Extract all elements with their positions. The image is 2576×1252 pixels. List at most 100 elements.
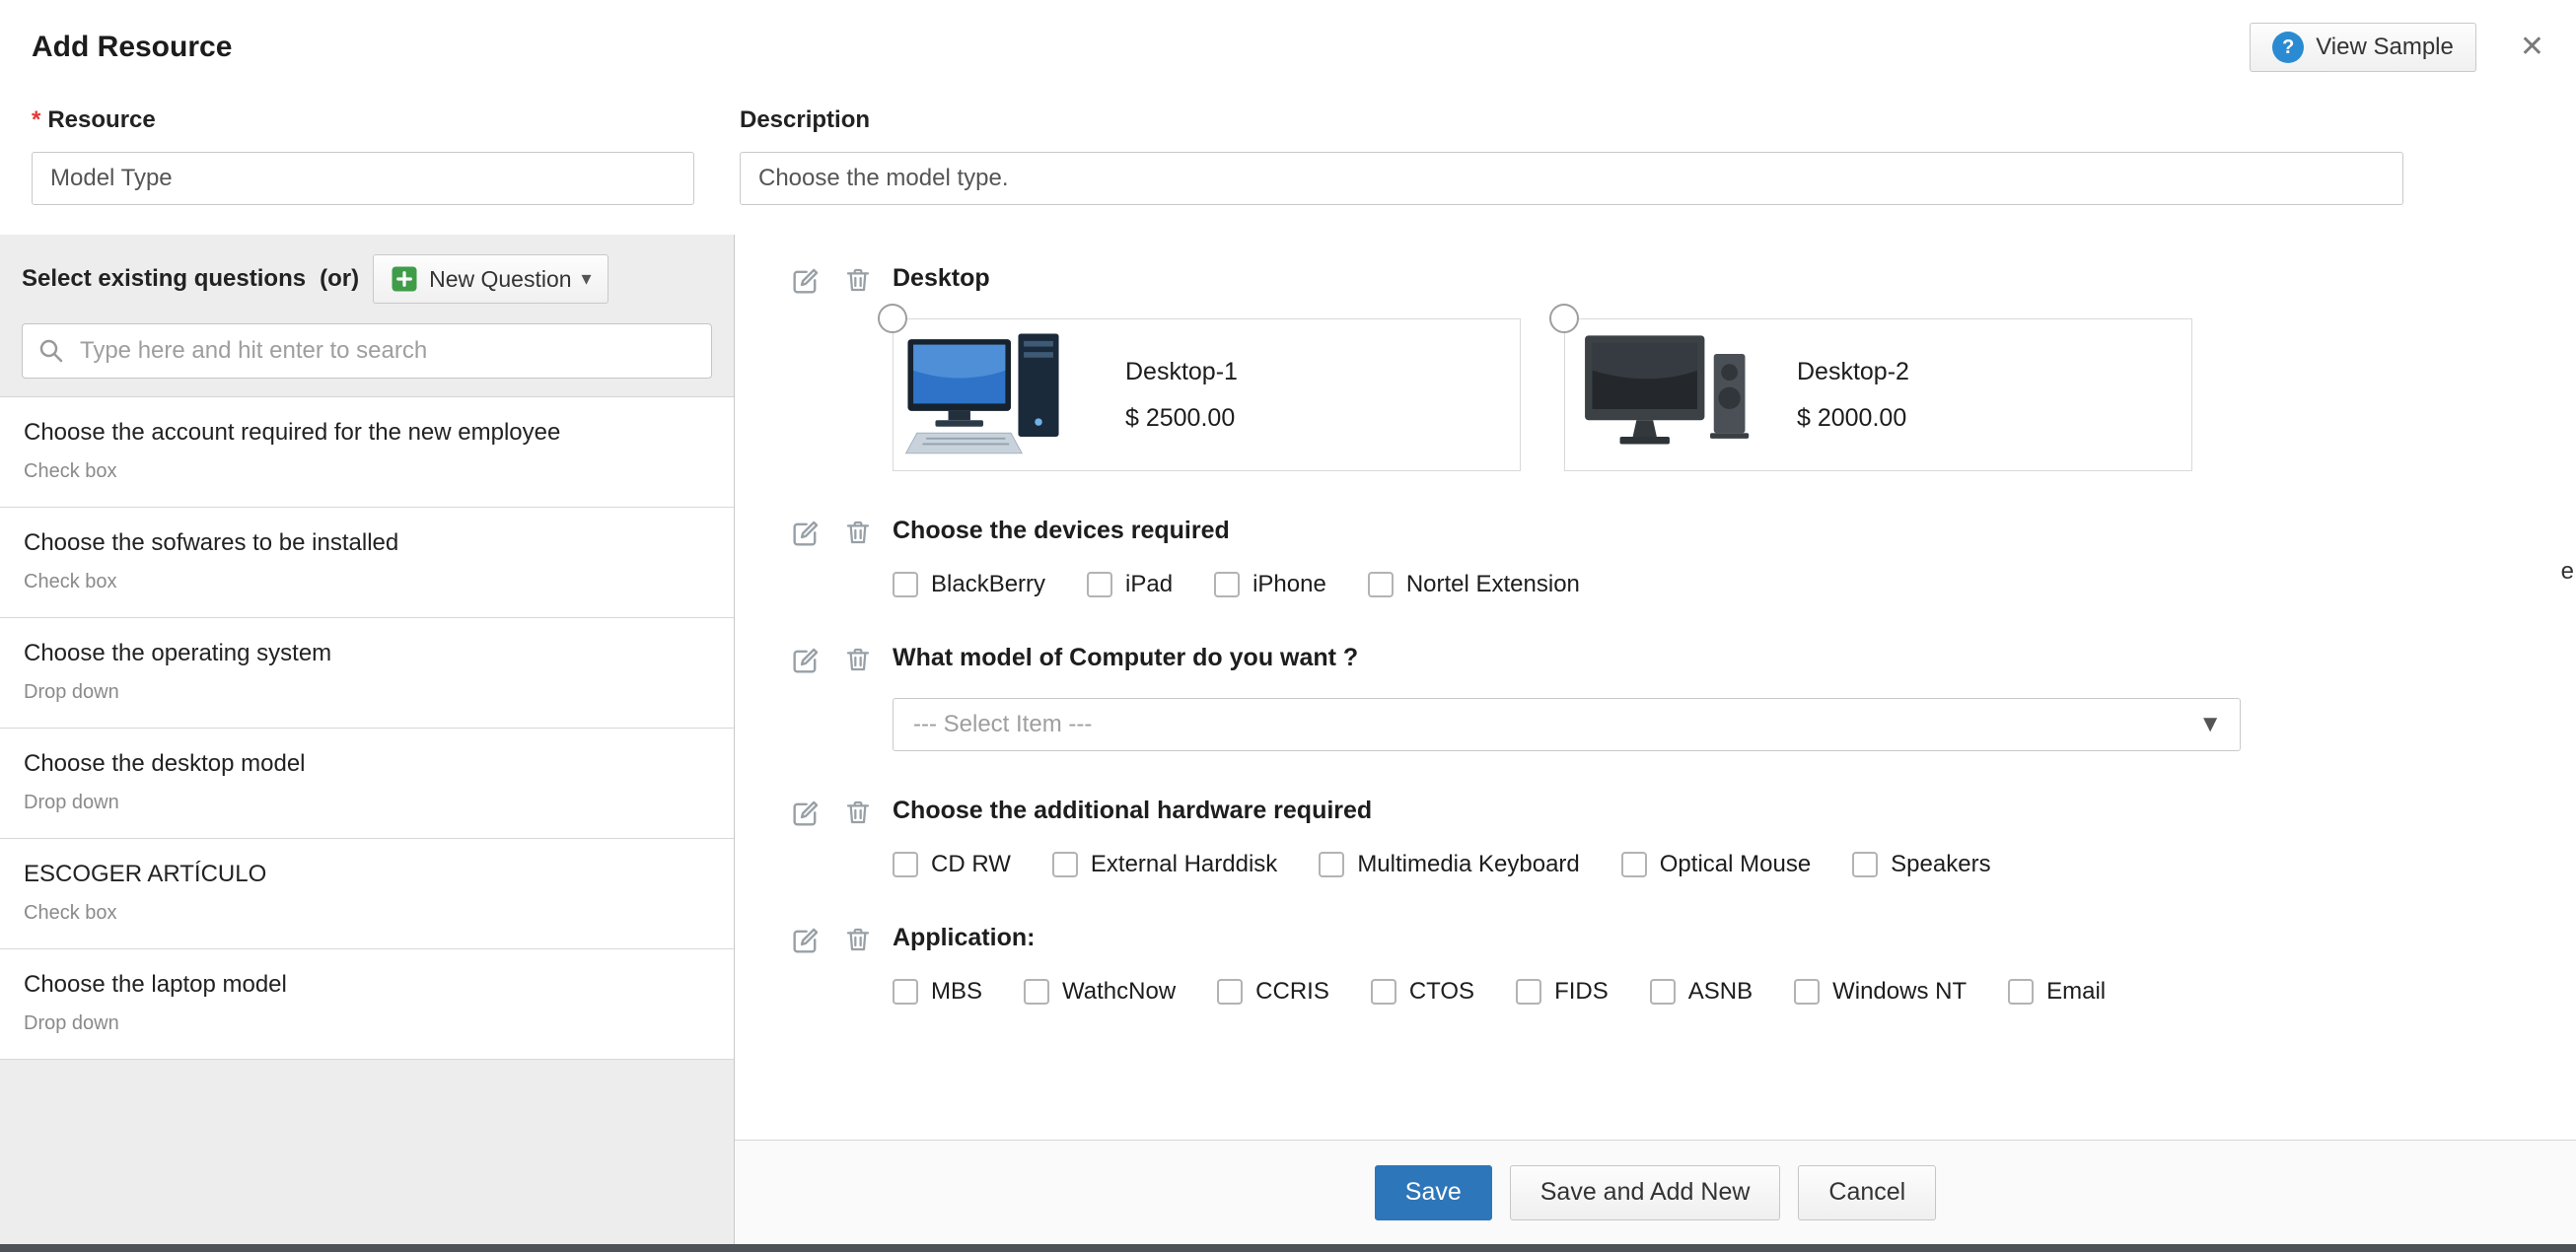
question-item-title: ESCOGER ARTÍCULO [24,861,710,888]
sidebar-header: Select existing questions (or) New Quest… [0,235,734,319]
checkbox-option[interactable]: BlackBerry [893,571,1045,598]
plus-icon [390,264,419,294]
checkbox-option[interactable]: Optical Mouse [1621,851,1811,878]
radio-button[interactable] [878,304,907,333]
question-devices: Choose the devices required BlackBerry i… [735,517,2576,598]
question-label: Application: [893,924,2241,952]
checkbox[interactable] [1087,572,1112,597]
save-and-add-new-button[interactable]: Save and Add New [1510,1165,1781,1220]
checkbox[interactable] [1852,852,1878,877]
existing-question-list: Choose the account required for the new … [0,396,734,1060]
delete-icon[interactable] [842,517,874,548]
description-input[interactable] [740,152,2403,205]
question-item-title: Choose the desktop model [24,750,710,778]
checkbox-option[interactable]: CD RW [893,851,1011,878]
checkbox[interactable] [1052,852,1078,877]
checkbox[interactable] [1217,979,1243,1005]
checkbox[interactable] [1650,979,1676,1005]
list-item[interactable]: Choose the sofwares to be installed Chec… [0,508,734,618]
checkbox-option[interactable]: MBS [893,978,982,1006]
list-item[interactable]: Choose the operating system Drop down [0,618,734,729]
list-item[interactable]: Choose the desktop model Drop down [0,729,734,839]
question-item-title: Choose the operating system [24,640,710,667]
edit-icon[interactable] [789,264,823,298]
bottom-edge [0,1244,2576,1252]
option-name: Desktop-2 [1797,358,1909,386]
radio-card-desktop-2[interactable]: Desktop-2 $ 2000.00 [1564,318,2192,471]
checkbox[interactable] [1371,979,1396,1005]
question-item-title: Choose the account required for the new … [24,419,710,447]
radio-button[interactable] [1549,304,1579,333]
checkbox[interactable] [1319,852,1344,877]
question-label: Desktop [893,264,2241,293]
checkbox-option[interactable]: CTOS [1371,978,1474,1006]
checkbox-option[interactable]: iPhone [1214,571,1326,598]
close-icon[interactable]: ✕ [2520,33,2544,62]
page-title: Add Resource [32,31,232,64]
checkbox-option[interactable]: Nortel Extension [1368,571,1580,598]
checkbox-option[interactable]: iPad [1087,571,1173,598]
question-desktop: Desktop [735,264,2576,471]
desktop-1-image [895,326,1098,464]
desktop-2-image [1567,326,1769,464]
list-item[interactable]: Choose the account required for the new … [0,397,734,508]
checkbox-option[interactable]: Multimedia Keyboard [1319,851,1579,878]
help-icon: ? [2272,32,2304,63]
checkbox[interactable] [1214,572,1240,597]
view-sample-label: View Sample [2316,34,2454,61]
radio-card-desktop-1[interactable]: Desktop-1 $ 2500.00 [893,318,1521,471]
search-icon [36,336,66,371]
checkbox-option[interactable]: WathcNow [1024,978,1176,1006]
select-placeholder: --- Select Item --- [913,711,1092,738]
checkbox-option[interactable]: Speakers [1852,851,1990,878]
question-item-title: Choose the sofwares to be installed [24,529,710,557]
question-computer-model: What model of Computer do you want ? ---… [735,644,2576,751]
cancel-button[interactable]: Cancel [1798,1165,1936,1220]
question-label: Choose the additional hardware required [893,797,2241,825]
list-item[interactable]: ESCOGER ARTÍCULO Check box [0,839,734,949]
checkbox[interactable] [2008,979,2034,1005]
resource-form-row: *Resource Description [0,95,2576,235]
item-select[interactable]: --- Select Item --- ▼ [893,698,2241,751]
question-label: Choose the devices required [893,517,2241,545]
view-sample-button[interactable]: ? View Sample [2250,23,2476,72]
or-label: (or) [320,265,359,293]
edit-icon[interactable] [789,644,823,677]
required-marker: * [32,106,40,133]
checkbox-option[interactable]: ASNB [1650,978,1753,1006]
question-item-type: Drop down [24,792,710,814]
question-canvas: Desktop [735,235,2576,1244]
list-item[interactable]: Choose the laptop model Drop down [0,949,734,1060]
checkbox-option[interactable]: External Harddisk [1052,851,1277,878]
edit-icon[interactable] [789,797,823,830]
dialog-footer: Save Save and Add New Cancel [735,1140,2576,1244]
checkbox[interactable] [1794,979,1820,1005]
checkbox[interactable] [1024,979,1049,1005]
chevron-down-icon: ▾ [582,269,592,289]
checkbox[interactable] [893,979,918,1005]
edit-icon[interactable] [789,924,823,957]
checkbox[interactable] [1516,979,1541,1005]
save-button[interactable]: Save [1375,1165,1492,1220]
checkbox[interactable] [1368,572,1394,597]
checkbox-option[interactable]: CCRIS [1217,978,1329,1006]
checkbox[interactable] [1621,852,1647,877]
search-input[interactable] [22,323,712,379]
edit-icon[interactable] [789,517,823,550]
checkbox[interactable] [893,572,918,597]
checkbox[interactable] [893,852,918,877]
resource-input[interactable] [32,152,694,205]
option-price: $ 2000.00 [1797,404,1909,433]
dialog-titlebar: Add Resource ? View Sample ✕ [0,0,2576,95]
checkbox-option[interactable]: Windows NT [1794,978,1967,1006]
new-question-button[interactable]: New Question ▾ [373,254,608,304]
question-item-type: Check box [24,571,710,593]
delete-icon[interactable] [842,644,874,675]
delete-icon[interactable] [842,924,874,955]
delete-icon[interactable] [842,264,874,296]
delete-icon[interactable] [842,797,874,828]
checkbox-option[interactable]: Email [2008,978,2106,1006]
checkbox-option[interactable]: FIDS [1516,978,1609,1006]
background-page-text: e [2561,558,2574,586]
question-additional-hardware: Choose the additional hardware required … [735,797,2576,878]
